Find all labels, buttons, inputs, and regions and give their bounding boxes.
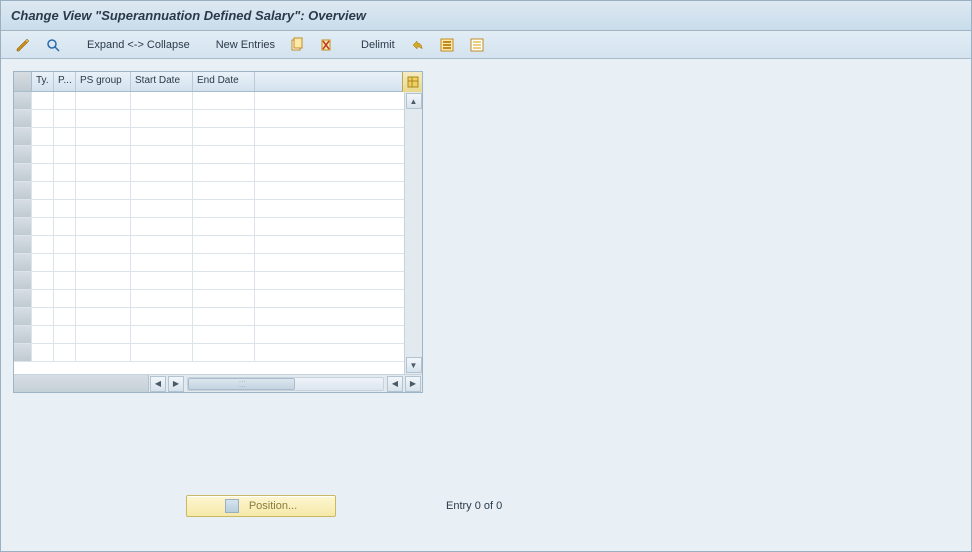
- change-mode-icon[interactable]: [11, 35, 35, 55]
- expand-collapse-button[interactable]: Expand <-> Collapse: [83, 35, 194, 55]
- configure-columns-icon[interactable]: [402, 72, 422, 92]
- select-all-icon[interactable]: [435, 35, 459, 55]
- copy-icon[interactable]: [285, 35, 309, 55]
- col-header-filler: [255, 72, 402, 91]
- scroll-left2-icon[interactable]: ◀: [387, 376, 403, 392]
- scroll-left-icon[interactable]: ◀: [150, 376, 166, 392]
- delimit-button[interactable]: Delimit: [357, 35, 399, 55]
- col-header-startdate[interactable]: Start Date: [131, 72, 193, 91]
- deselect-all-icon[interactable]: [465, 35, 489, 55]
- row-selector[interactable]: [14, 308, 32, 325]
- row-selector[interactable]: [14, 110, 32, 127]
- row-selector[interactable]: [14, 200, 32, 217]
- row-selector[interactable]: [14, 146, 32, 163]
- row-selector[interactable]: [14, 128, 32, 145]
- row-selector[interactable]: [14, 182, 32, 199]
- row-selector[interactable]: [14, 344, 32, 361]
- row-selector[interactable]: [14, 164, 32, 181]
- row-selector[interactable]: [14, 326, 32, 343]
- scroll-up-icon[interactable]: ▲: [406, 93, 422, 109]
- table-row[interactable]: [14, 326, 404, 344]
- display-details-icon[interactable]: [41, 35, 65, 55]
- content-area: Ty. P... PS group Start Date End Date: [1, 59, 971, 551]
- scroll-down-icon[interactable]: ▼: [406, 357, 422, 373]
- grid-corner[interactable]: [14, 72, 32, 91]
- table-row[interactable]: [14, 92, 404, 110]
- table-row[interactable]: [14, 146, 404, 164]
- vscroll-track[interactable]: [405, 110, 422, 356]
- delete-icon[interactable]: [315, 35, 339, 55]
- row-selector[interactable]: [14, 92, 32, 109]
- footer-bar: Position... Entry 0 of 0: [1, 491, 971, 521]
- title-bar: Change View "Superannuation Defined Sala…: [1, 1, 971, 31]
- grid-body[interactable]: [14, 92, 404, 374]
- scroll-right2-icon[interactable]: ▶: [405, 376, 421, 392]
- hscroll-track[interactable]: [187, 377, 384, 391]
- position-button[interactable]: Position...: [186, 495, 336, 517]
- row-selector[interactable]: [14, 254, 32, 271]
- table-row[interactable]: [14, 236, 404, 254]
- col-header-enddate[interactable]: End Date: [193, 72, 255, 91]
- entry-count-text: Entry 0 of 0: [446, 500, 502, 512]
- hscroll-thumb[interactable]: [188, 378, 295, 390]
- table-row[interactable]: [14, 182, 404, 200]
- data-grid: Ty. P... PS group Start Date End Date: [13, 71, 423, 393]
- table-row[interactable]: [14, 164, 404, 182]
- table-row[interactable]: [14, 110, 404, 128]
- undo-icon[interactable]: [405, 35, 429, 55]
- horizontal-scrollbar[interactable]: ◀ ▶ ◀ ▶: [14, 374, 422, 392]
- col-header-p[interactable]: P...: [54, 72, 76, 91]
- position-button-label: Position...: [249, 500, 297, 512]
- table-row[interactable]: [14, 200, 404, 218]
- table-row[interactable]: [14, 218, 404, 236]
- new-entries-button[interactable]: New Entries: [212, 35, 279, 55]
- row-selector[interactable]: [14, 272, 32, 289]
- scroll-right-icon[interactable]: ▶: [168, 376, 184, 392]
- table-row[interactable]: [14, 344, 404, 362]
- table-row[interactable]: [14, 128, 404, 146]
- toolbar: Expand <-> Collapse New Entries Delimit: [1, 31, 971, 59]
- table-row[interactable]: [14, 290, 404, 308]
- col-header-psgroup[interactable]: PS group: [76, 72, 131, 91]
- row-selector[interactable]: [14, 218, 32, 235]
- table-row[interactable]: [14, 254, 404, 272]
- grid-header-row: Ty. P... PS group Start Date End Date: [14, 72, 422, 92]
- table-row[interactable]: [14, 272, 404, 290]
- page-title: Change View "Superannuation Defined Sala…: [11, 8, 366, 23]
- table-row[interactable]: [14, 308, 404, 326]
- row-selector[interactable]: [14, 290, 32, 307]
- hscroll-frozen-spacer: [14, 375, 149, 392]
- position-icon: [225, 499, 239, 513]
- vertical-scrollbar[interactable]: ▲ ▼: [404, 92, 422, 374]
- col-header-type[interactable]: Ty.: [32, 72, 54, 91]
- row-selector[interactable]: [14, 236, 32, 253]
